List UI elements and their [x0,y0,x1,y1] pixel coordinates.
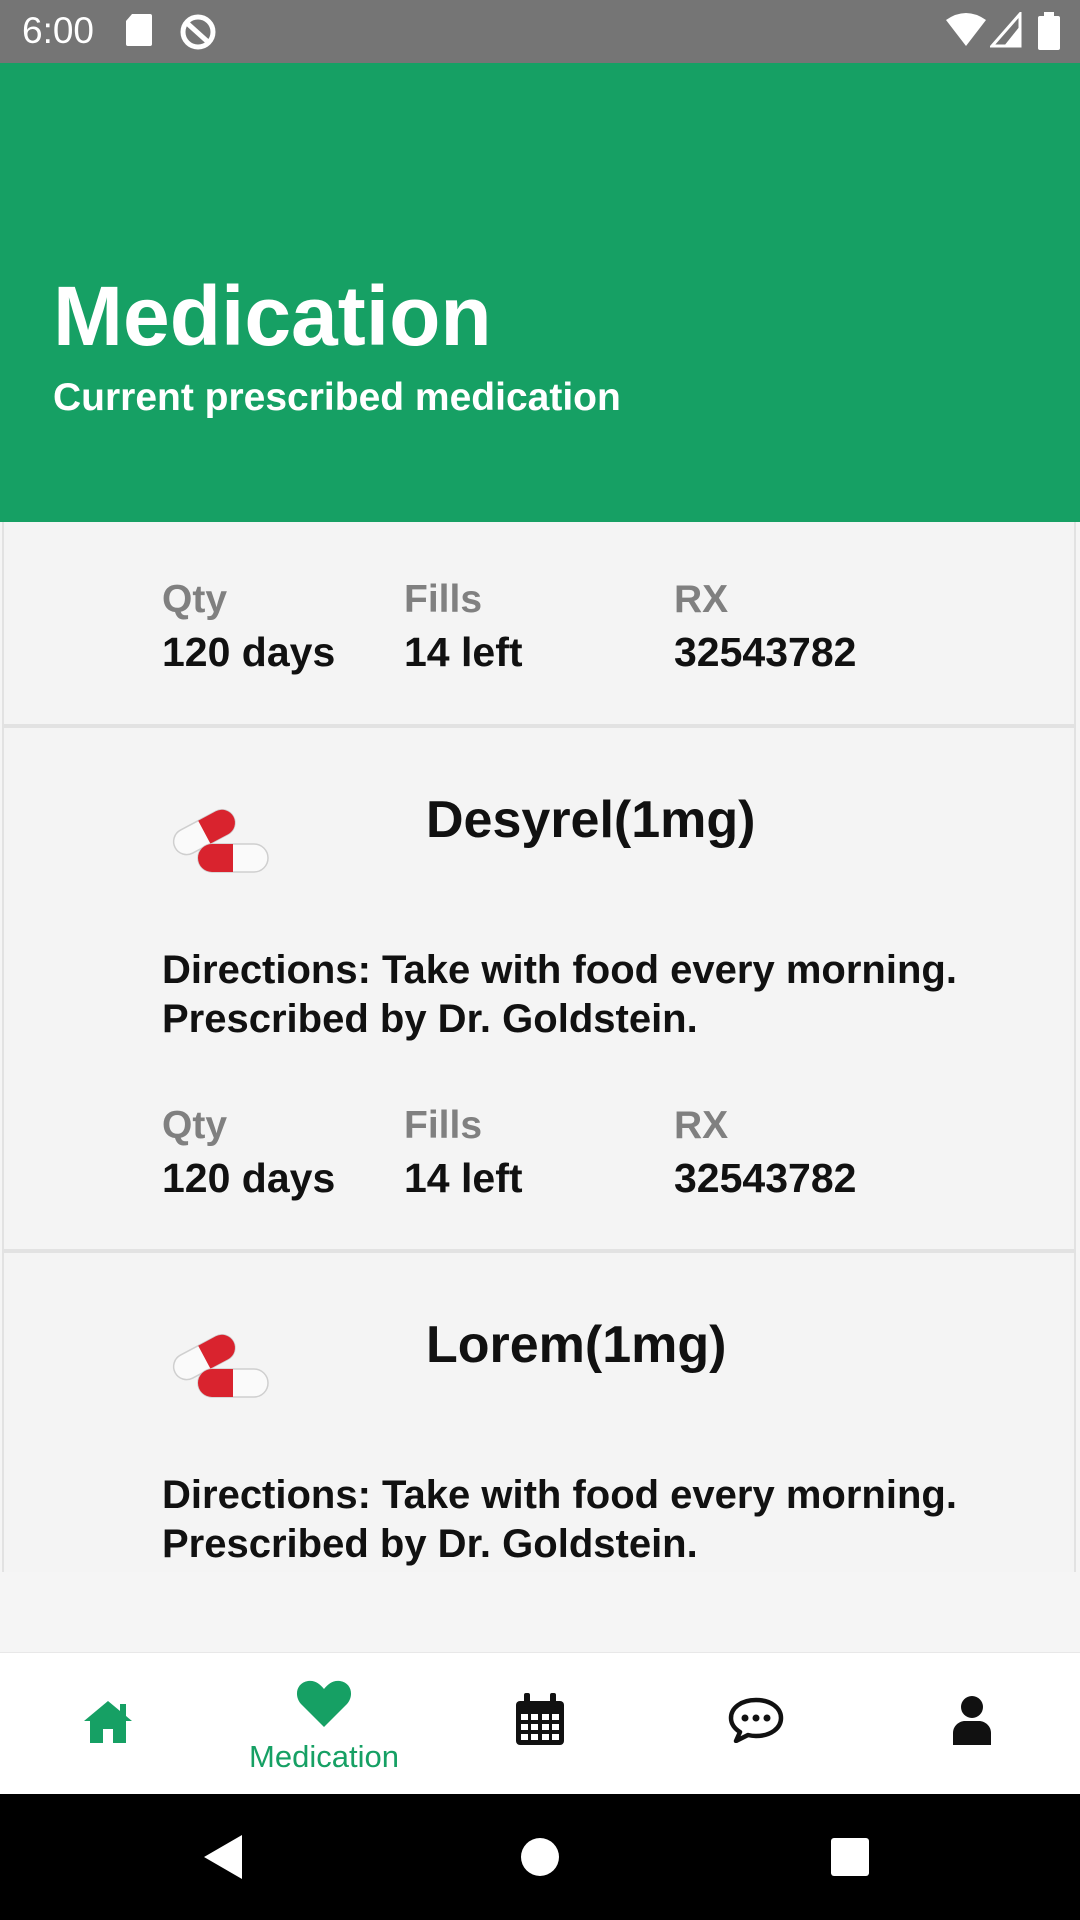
qty-stat: Qty 120 days [162,1103,335,1207]
page-title: Medication [53,269,492,363]
pill-capsule-icon [172,1334,269,1398]
vpn-icon [180,14,216,50]
rx-stat: RX 32543782 [674,577,856,681]
medication-stats: Qty 120 days Fills 14 left RX 32543782 [4,577,1074,687]
sd-card-icon [126,14,152,46]
page-header: Medication Current prescribed medication [0,63,1080,522]
page-subtitle: Current prescribed medication [53,376,621,419]
qty-value: 120 days [162,1155,336,1201]
heart-icon [296,1680,352,1727]
bottom-navigation: Medication [0,1652,1080,1795]
medication-stats: Qty 120 days Fills 14 left RX 32543782 [4,1103,1074,1213]
fills-stat: Fills 14 left [404,1103,523,1207]
medication-card[interactable]: Desyrel(1mg) Directions: Take with food … [2,728,1076,1253]
home-button[interactable] [480,1794,600,1920]
medication-card[interactable]: Lorem(1mg) Directions: Take with food ev… [2,1253,1076,1572]
medication-name: Desyrel(1mg) [426,791,756,849]
qty-label: Qty [162,1104,228,1147]
back-triangle-icon [204,1835,242,1879]
fills-label: Fills [404,578,483,621]
medication-card[interactable]: Qty 120 days Fills 14 left RX 32543782 [2,522,1076,728]
pill-capsule-icon [172,809,269,873]
fills-value: 14 left [404,629,523,675]
fills-stat: Fills 14 left [404,577,523,681]
recents-square-icon [831,1838,869,1876]
qty-stat: Qty 120 days [162,577,335,681]
nav-medication-label: Medication [249,1739,399,1774]
system-navigation-bar [0,1794,1080,1920]
profile-icon [953,1696,991,1745]
rx-value: 32543782 [674,629,857,675]
medication-directions: Directions: Take with food every morning… [162,948,957,1041]
rx-label: RX [674,578,729,621]
home-circle-icon [521,1838,559,1876]
qty-label: Qty [162,578,228,621]
nav-profile[interactable] [864,1653,1080,1795]
nav-calendar[interactable] [432,1653,648,1795]
medication-list[interactable]: Qty 120 days Fills 14 left RX 32543782 D… [0,522,1080,1572]
fills-label: Fills [404,1104,483,1147]
rx-value: 32543782 [674,1155,857,1201]
nav-messages[interactable] [648,1653,864,1795]
nav-home[interactable] [0,1653,216,1795]
status-time: 6:00 [22,10,95,51]
nav-medication[interactable]: Medication [216,1653,432,1795]
calendar-icon [516,1693,564,1745]
back-button[interactable] [164,1794,284,1920]
rx-label: RX [674,1104,729,1147]
wifi-icon [946,13,986,46]
recents-button[interactable] [790,1794,910,1920]
qty-value: 120 days [162,629,336,675]
medication-directions: Directions: Take with food every morning… [162,1473,957,1566]
rx-stat: RX 32543782 [674,1103,856,1207]
status-bar: 6:00 [0,0,1080,63]
home-icon [84,1701,132,1743]
chat-icon [728,1697,784,1743]
fills-value: 14 left [404,1155,523,1201]
signal-icon [990,12,1022,48]
medication-name: Lorem(1mg) [426,1316,727,1374]
battery-icon [1038,12,1060,50]
